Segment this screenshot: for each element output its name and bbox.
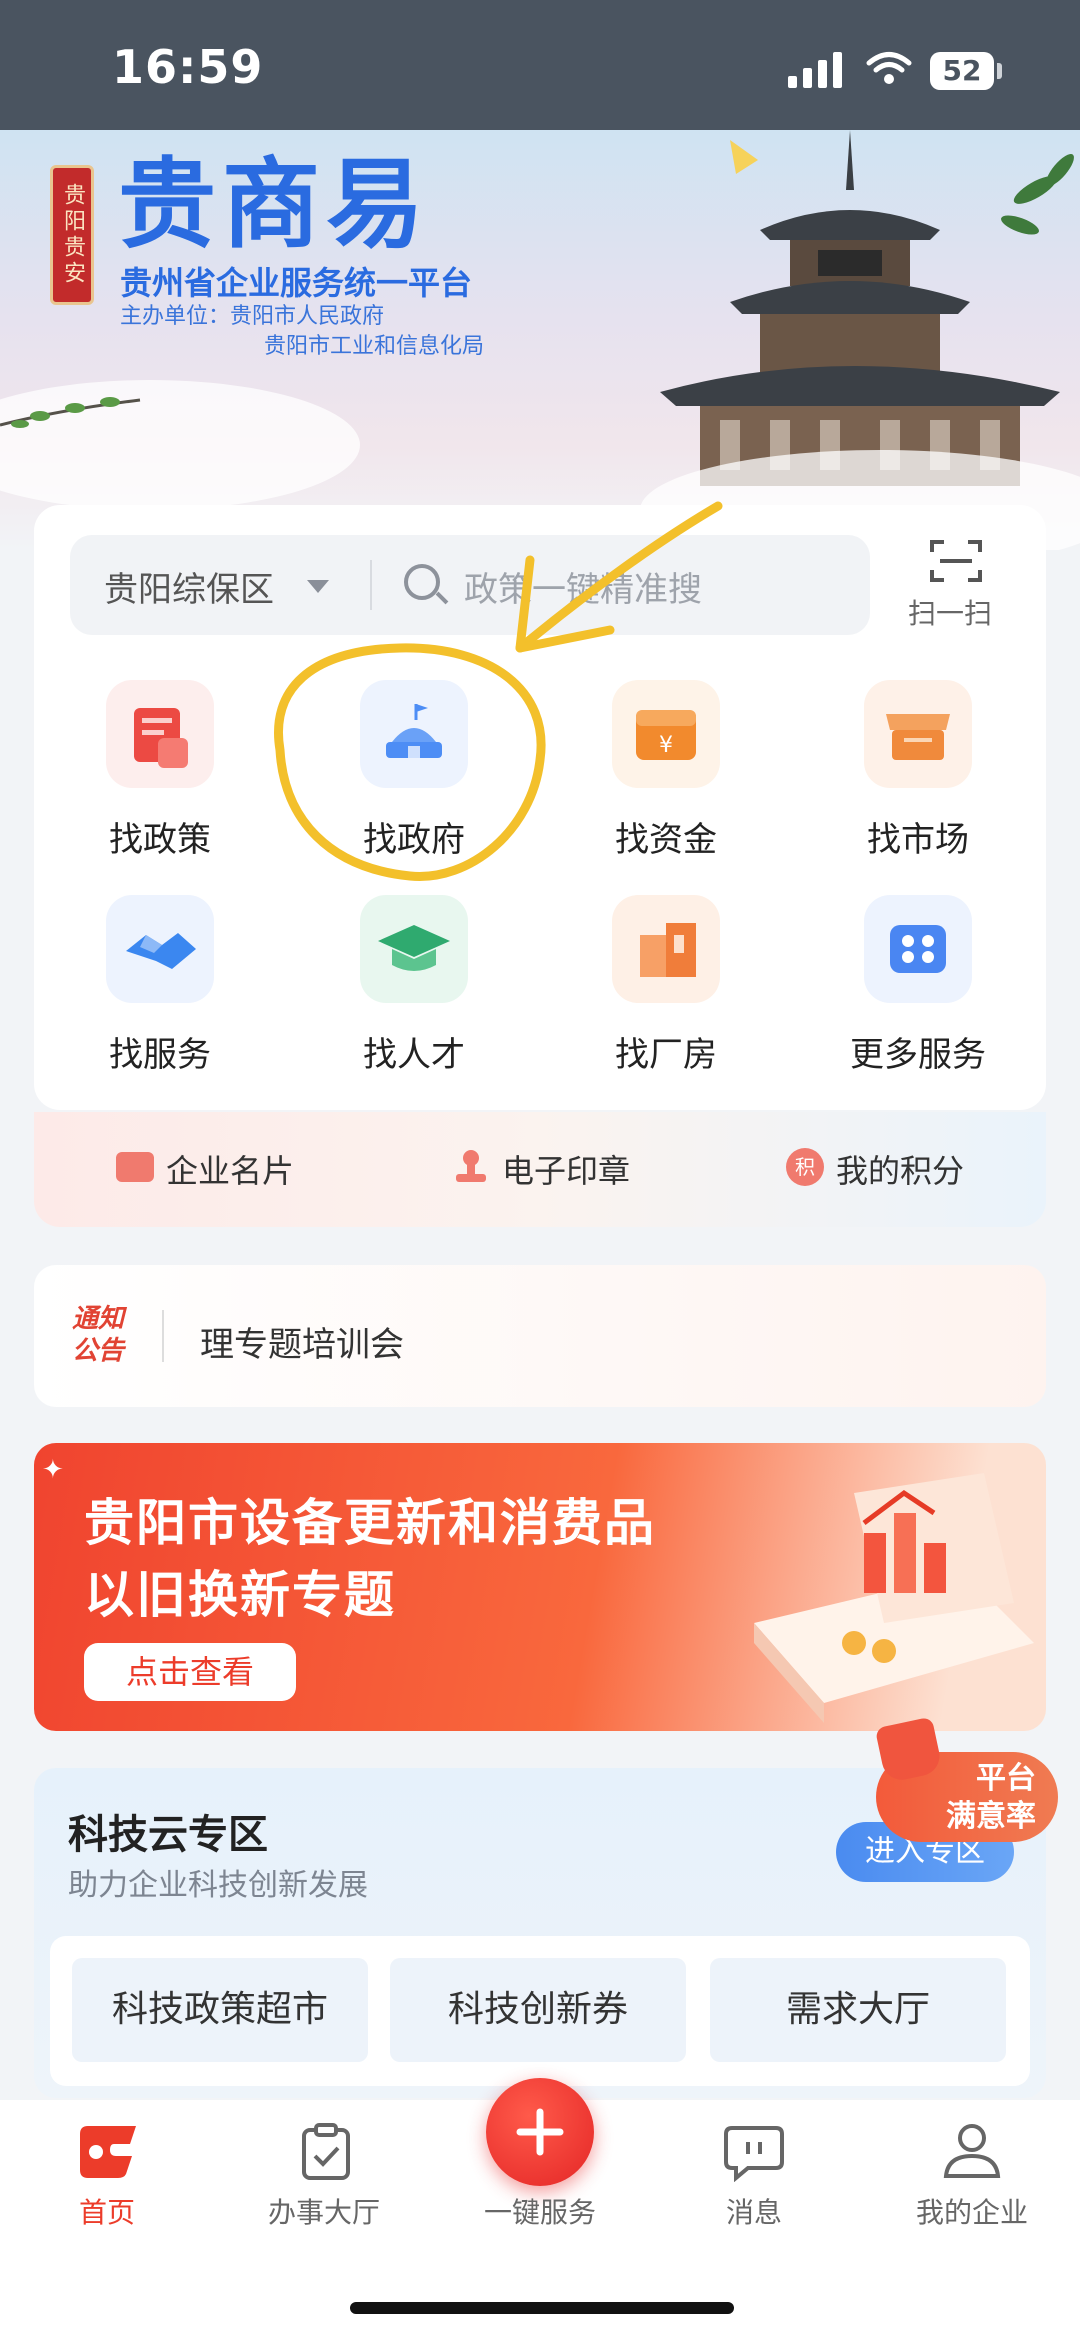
more-apps-icon[interactable] (864, 895, 972, 1003)
enterprise-user-icon[interactable] (940, 2120, 1004, 2182)
service-label-policy[interactable]: 找政策 (40, 812, 280, 861)
service-label-service[interactable]: 找服务 (40, 1027, 280, 1076)
market-shop-icon[interactable] (864, 680, 972, 788)
scan-label[interactable]: 扫一扫 (908, 592, 992, 632)
clipboard-check-icon[interactable] (296, 2122, 356, 2182)
notice-badge: 通知 公告 (72, 1304, 125, 1366)
shortcut-business-card[interactable]: 企业名片 (166, 1146, 294, 1192)
region-selector[interactable]: 贵阳综保区 (104, 562, 274, 611)
tab-one-click-service[interactable]: 一键服务 (460, 2191, 620, 2231)
banner-title: 贵阳市设备更新和消费品 以旧换新专题 (84, 1494, 656, 1624)
sparkle-icon: ✦ (42, 1455, 64, 1485)
notice-text[interactable]: ​‌﻿理专题培训会 (200, 1317, 404, 1366)
hand-drawn-circle-annotation (274, 501, 723, 881)
tech-zone-subtitle: 助力企业科技创新发展 (68, 1868, 368, 1903)
host-organizations: 主办单位：贵阳市人民政府 贵阳市工业和信息化局 (120, 304, 485, 359)
stamp-icon[interactable] (452, 1148, 490, 1186)
points-coin-icon[interactable]: 积 (786, 1148, 824, 1186)
battery-level: 52 (930, 52, 994, 90)
notice-bar[interactable] (34, 1265, 1046, 1407)
service-label-talent[interactable]: 找人才 (294, 1027, 534, 1076)
wifi-icon (866, 52, 912, 84)
battery-icon (997, 63, 1002, 79)
branch-decoration-icon (0, 397, 141, 428)
cellular-signal-icon (788, 50, 844, 88)
message-bubble-icon[interactable] (722, 2124, 786, 2182)
service-label-factory[interactable]: 找厂房 (546, 1027, 786, 1076)
service-label-market[interactable]: 找市场 (798, 812, 1038, 861)
policy-document-icon[interactable] (106, 680, 214, 788)
tech-item-innovation-voucher[interactable]: 科技创新券 (390, 1958, 686, 2062)
banner-view-button[interactable]: 点击查看 (84, 1643, 296, 1701)
home-indicator (350, 2302, 734, 2314)
home-logo-icon[interactable] (74, 2124, 140, 2180)
shortcut-e-stamp[interactable]: 电子印章 (502, 1146, 630, 1192)
scan-icon[interactable] (930, 538, 982, 584)
factory-building-icon[interactable] (612, 895, 720, 1003)
tab-my-enterprise[interactable]: 我的企业 (892, 2191, 1052, 2231)
graduation-cap-icon[interactable] (360, 895, 468, 1003)
app-brand-title: 贵商易 (118, 148, 431, 262)
tab-service-hall[interactable]: 办事大厅 (244, 2191, 404, 2231)
one-click-service-button[interactable] (486, 2078, 594, 2186)
service-label-more[interactable]: 更多服务 (798, 1027, 1038, 1076)
app-subtitle: 贵州省企业服务统一平台 (120, 264, 473, 302)
shopping-chart-illustration-icon (754, 1473, 1034, 1723)
tab-messages[interactable]: 消息 (674, 2191, 834, 2231)
city-seal: 贵阳贵安 (50, 165, 94, 305)
plus-icon[interactable] (486, 2078, 594, 2186)
tech-item-demand-hall[interactable]: 需求大厅 (710, 1958, 1006, 2062)
status-time: 16:59 (112, 40, 264, 94)
shortcut-my-points[interactable]: 我的积分 (836, 1146, 964, 1192)
status-bar: 16:59 52 (0, 0, 1080, 130)
tab-home[interactable]: 首页 (27, 2191, 187, 2231)
tech-zone-title: 科技云专区 (68, 1812, 268, 1858)
tech-item-policy-market[interactable]: 科技政策超市 (72, 1958, 368, 2062)
notice-divider (162, 1310, 164, 1362)
handshake-icon[interactable] (106, 895, 214, 1003)
business-card-icon[interactable] (116, 1152, 154, 1182)
